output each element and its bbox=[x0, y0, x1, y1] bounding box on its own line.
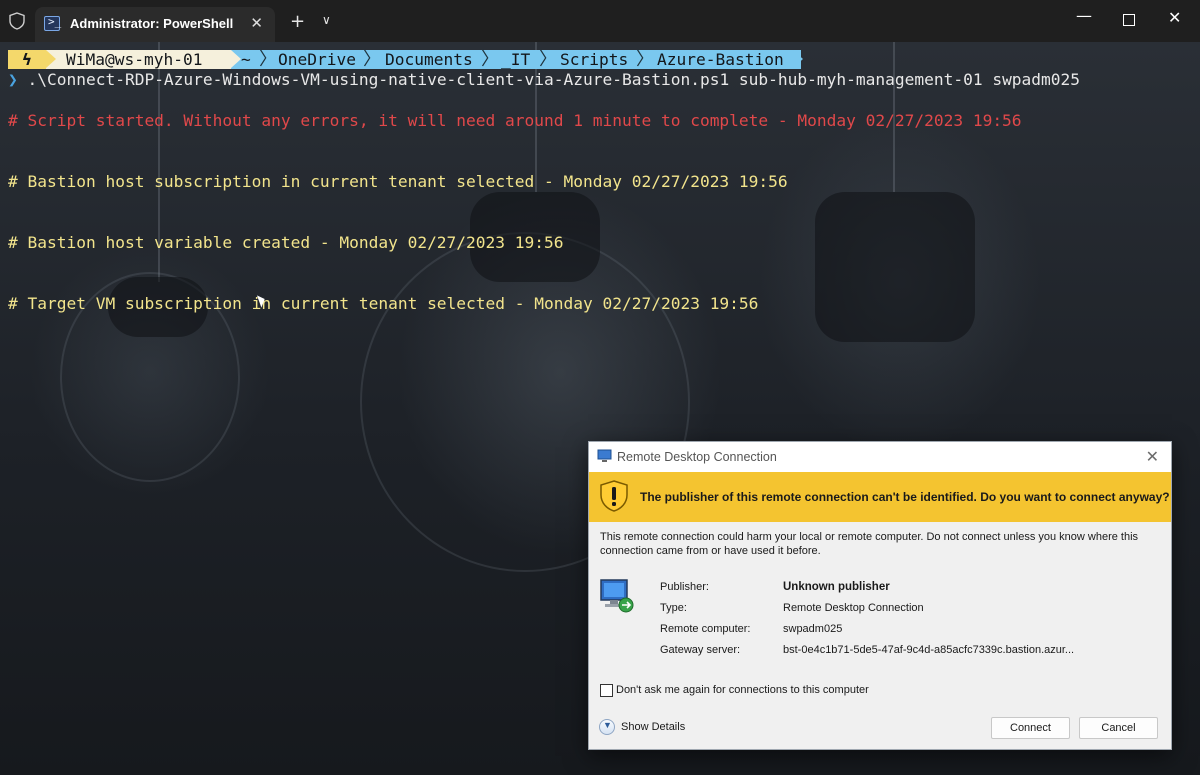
prompt-chevron-icon: ❯ bbox=[8, 70, 18, 89]
close-window-button[interactable]: ✕ bbox=[1168, 8, 1181, 27]
type-value: Remote Desktop Connection bbox=[783, 602, 924, 614]
path-part: _IT bbox=[501, 50, 531, 69]
prompt-separator bbox=[231, 50, 241, 68]
minimize-button[interactable]: — bbox=[1076, 6, 1092, 25]
publisher-label: Publisher: bbox=[660, 581, 709, 593]
path-separator-icon: 〉 bbox=[539, 49, 557, 70]
gateway-server-value: bst-0e4c1b71-5de5-47af-9c4d-a85acfc7339c… bbox=[783, 644, 1075, 656]
command-text: .\Connect-RDP-Azure-Windows-VM-using-nat… bbox=[17, 70, 1081, 89]
output-line: # Bastion host subscription in current t… bbox=[8, 172, 788, 191]
path-part: Azure-Bastion bbox=[657, 50, 784, 69]
connect-button[interactable]: Connect bbox=[991, 717, 1070, 739]
background-socket bbox=[815, 192, 975, 342]
cancel-button[interactable]: Cancel bbox=[1079, 717, 1158, 739]
dont-ask-checkbox[interactable] bbox=[600, 684, 613, 697]
dialog-title: Remote Desktop Connection bbox=[617, 450, 777, 464]
path-separator-icon: 〉 bbox=[636, 49, 654, 70]
maximize-button[interactable] bbox=[1123, 14, 1135, 26]
dialog-close-icon[interactable]: ✕ bbox=[1146, 447, 1159, 467]
publisher-value: Unknown publisher bbox=[783, 581, 890, 593]
show-details-chevron-icon[interactable]: ▼ bbox=[599, 719, 615, 735]
title-bar: >_ Administrator: PowerShell ✕ + ∨ — ✕ bbox=[0, 0, 1200, 42]
remote-computer-icon bbox=[600, 579, 634, 613]
path-separator-icon: 〉 bbox=[481, 49, 499, 70]
prompt-separator bbox=[793, 50, 803, 68]
path-part: Scripts bbox=[560, 50, 629, 69]
warning-description: This remote connection could harm your l… bbox=[600, 531, 1139, 557]
remote-computer-value: swpadm025 bbox=[783, 623, 843, 635]
path-separator-icon: 〉 bbox=[259, 49, 277, 70]
output-line: # Script started. Without any errors, it… bbox=[8, 111, 1022, 130]
remote-desktop-icon bbox=[597, 449, 612, 462]
path-part: Documents bbox=[385, 50, 473, 69]
tab-title: Administrator: PowerShell bbox=[70, 16, 234, 31]
rdp-warning-dialog: Remote Desktop Connection ✕ The publishe… bbox=[588, 441, 1172, 750]
prompt-path-segment: ~ 〉 OneDrive 〉 Documents 〉 _IT 〉 Scripts… bbox=[231, 50, 801, 69]
output-line: # Target VM subscription in current tena… bbox=[8, 294, 759, 313]
prompt-user: WiMa@ws-myh-01 bbox=[66, 50, 203, 69]
tab-powershell[interactable]: >_ Administrator: PowerShell ✕ bbox=[35, 7, 275, 42]
prompt-separator bbox=[46, 50, 56, 68]
output-line: # Bastion host variable created - Monday… bbox=[8, 233, 564, 252]
powershell-icon: >_ bbox=[44, 15, 61, 31]
path-part: ~ bbox=[241, 50, 251, 69]
prompt-user-segment: WiMa@ws-myh-01 bbox=[46, 50, 231, 69]
dialog-title-bar: Remote Desktop Connection ✕ bbox=[589, 442, 1171, 472]
remote-computer-label: Remote computer: bbox=[660, 623, 751, 635]
gateway-server-label: Gateway server: bbox=[660, 644, 741, 656]
prompt-bar: ϟ WiMa@ws-myh-01 ~ 〉 OneDrive 〉 Document… bbox=[8, 50, 803, 69]
show-details-link[interactable]: Show Details bbox=[621, 721, 685, 733]
tab-close-icon[interactable]: ✕ bbox=[250, 14, 263, 32]
type-label: Type: bbox=[660, 602, 687, 614]
warning-shield-icon bbox=[600, 480, 628, 512]
bolt-icon: ϟ bbox=[22, 50, 32, 69]
command-line: ❯ .\Connect-RDP-Azure-Windows-VM-using-n… bbox=[8, 70, 1080, 89]
warning-banner: The publisher of this remote connection … bbox=[589, 472, 1171, 522]
path-part: OneDrive bbox=[278, 50, 356, 69]
new-tab-button[interactable]: + bbox=[290, 11, 305, 32]
prompt-bolt-segment: ϟ bbox=[8, 50, 46, 69]
path-separator-icon: 〉 bbox=[363, 49, 381, 70]
tab-dropdown-icon[interactable]: ∨ bbox=[322, 13, 331, 27]
dont-ask-label[interactable]: Don't ask me again for connections to th… bbox=[616, 684, 869, 696]
warning-message: The publisher of this remote connection … bbox=[640, 490, 1170, 504]
shield-icon bbox=[9, 12, 25, 30]
